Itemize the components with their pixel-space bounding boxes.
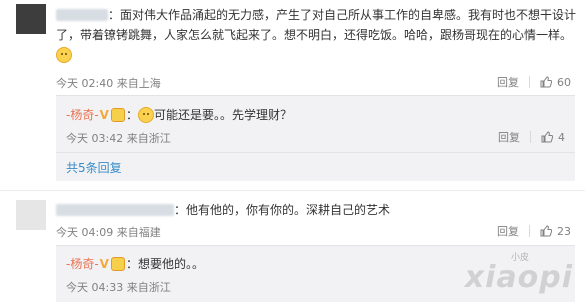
verified-v-icon: V xyxy=(99,257,109,271)
commenter-avatar[interactable] xyxy=(16,200,46,230)
comment-location: 来自上海 xyxy=(116,77,161,90)
reply-meta: 今天 04:33 来自浙江 xyxy=(66,279,171,295)
reply-text: 可能还是要。。先学理财？ xyxy=(153,108,292,122)
reply-divider xyxy=(56,152,575,153)
reply-author-name[interactable]: -杨奇- xyxy=(66,108,99,122)
like-count: 60 xyxy=(557,75,571,89)
reply-box: -杨奇-V：可能还是要。。先学理财？ 今天 03:42 来自浙江 回复 4 共5… xyxy=(56,95,575,181)
like-count: 4 xyxy=(558,130,565,144)
reply-time: 今天 03:42 xyxy=(66,132,124,145)
comment-location: 来自福建 xyxy=(116,226,161,239)
comment-actions: 回复 23 xyxy=(497,223,571,239)
member-badge-icon xyxy=(110,257,125,271)
commenter-name-blurred[interactable] xyxy=(56,204,174,216)
like-icon[interactable] xyxy=(540,225,552,237)
reply-author-name[interactable]: -杨奇- xyxy=(66,257,99,271)
comment-meta: 今天 02:40 来自上海 xyxy=(56,75,161,91)
like-icon[interactable] xyxy=(541,131,553,143)
reply-actions: 回复 4 xyxy=(498,129,565,145)
reply-location: 来自浙江 xyxy=(126,132,171,145)
comment-text: ：面对伟大作品涌起的无力感，产生了对自己所从事工作的自卑感。我有时也不想干设计 xyxy=(108,8,577,22)
reply-text-line: -杨奇-V ：想要他的。。 xyxy=(66,255,204,273)
comment-text-line-2: 了，带着镣铐跳舞，人家怎么就飞起来了。想不明白，还得吃饭。哈哈，跟杨哥现在的心情… xyxy=(56,26,572,44)
reply-location: 来自浙江 xyxy=(126,281,171,294)
comment-text: ：他有他的，你有你的。深耕自己的艺术 xyxy=(174,203,391,217)
more-replies-label[interactable]: 共5条回复 xyxy=(66,161,122,175)
watermark-logo: xiaopi xyxy=(464,260,573,295)
member-badge-icon xyxy=(110,108,125,122)
like-count: 23 xyxy=(557,224,571,238)
cry-laugh-emoji-icon xyxy=(56,47,72,63)
reply-text-line: -杨奇-V：可能还是要。。先学理财？ xyxy=(66,107,292,123)
reply-meta: 今天 03:42 来自浙江 xyxy=(66,130,171,146)
comment-actions: 回复 60 xyxy=(497,74,571,90)
reply-time: 今天 04:33 xyxy=(66,281,124,294)
comment-text: 了，带着镣铐跳舞，人家怎么就飞起来了。想不明白，还得吃饭。哈哈，跟杨哥现在的心情… xyxy=(56,28,573,42)
reply-button[interactable]: 回复 xyxy=(498,129,520,145)
comment-time: 今天 04:09 xyxy=(56,226,114,239)
comment-time: 今天 02:40 xyxy=(56,77,114,90)
comment-text-line: ：他有他的，你有你的。深耕自己的艺术 xyxy=(56,201,390,219)
like-icon[interactable] xyxy=(540,76,552,88)
more-replies-link[interactable]: 共5条回复 xyxy=(66,159,122,177)
verified-v-icon: V xyxy=(99,108,109,122)
reply-text: ：想要他的。。 xyxy=(125,257,204,271)
comment-text-line-1: ：面对伟大作品涌起的无力感，产生了对自己所从事工作的自卑感。我有时也不想干设计 xyxy=(56,6,576,24)
emoji-icon xyxy=(137,107,154,123)
comment-meta: 今天 04:09 来自福建 xyxy=(56,224,161,240)
commenter-avatar[interactable] xyxy=(16,4,46,34)
comment-emoji-row xyxy=(56,46,72,64)
commenter-name-blurred[interactable] xyxy=(56,9,108,21)
comment-divider xyxy=(0,190,585,191)
reply-button[interactable]: 回复 xyxy=(497,223,519,239)
reply-button[interactable]: 回复 xyxy=(497,74,519,90)
